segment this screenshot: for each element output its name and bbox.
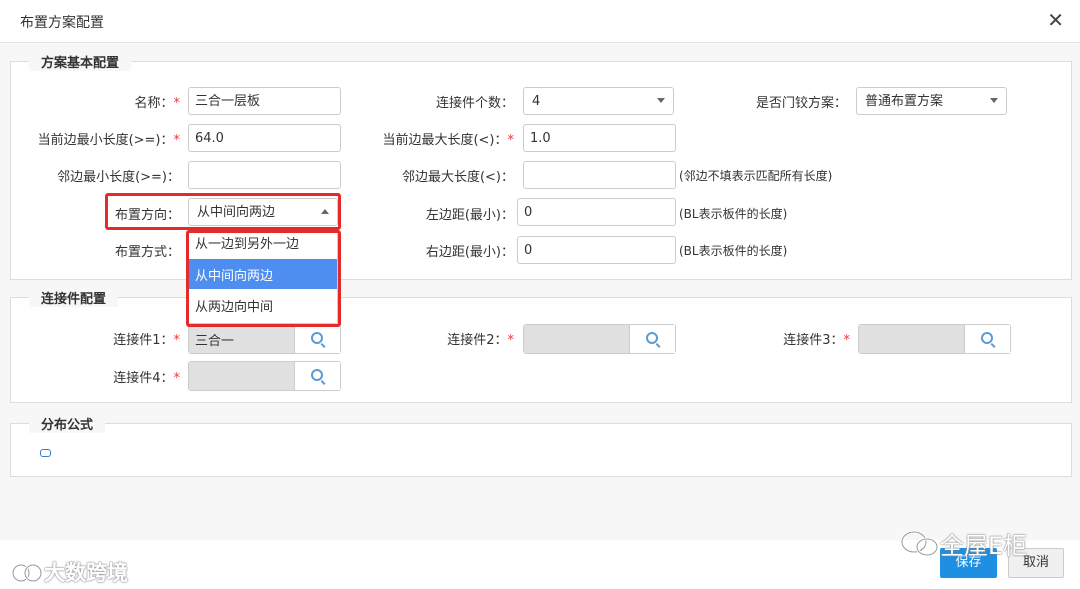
adj-min-input[interactable] bbox=[188, 161, 341, 189]
watermark-right: 全屋E柜 bbox=[900, 526, 1027, 561]
left-margin-label: 左边距(最小)： bbox=[425, 208, 514, 223]
connector-count-label: 连接件个数： bbox=[435, 96, 514, 111]
chevron-up-icon bbox=[321, 209, 329, 214]
search-icon bbox=[311, 332, 323, 344]
connector-count-select[interactable]: 4 bbox=[523, 87, 674, 115]
connector-1-search-button[interactable] bbox=[294, 325, 340, 353]
connector-2-lookup bbox=[523, 324, 676, 354]
brand-logo-icon bbox=[11, 563, 43, 583]
connector-1-lookup: 三合一 bbox=[188, 324, 341, 354]
connector-4-input[interactable] bbox=[189, 362, 295, 390]
connector-3-label: 连接件3：* bbox=[700, 329, 850, 348]
direction-option-selected[interactable]: 从中间向两边 bbox=[189, 259, 337, 289]
direction-option[interactable]: 从一边到另外一边 bbox=[189, 233, 337, 257]
cur-min-input[interactable]: 64.0 bbox=[188, 124, 341, 152]
cur-min-label: 当前边最小长度(>=)：* bbox=[20, 129, 180, 148]
required-mark: * bbox=[173, 333, 181, 348]
name-label: 名称：* bbox=[20, 92, 180, 111]
connector-1-label: 连接件1：* bbox=[20, 329, 180, 348]
dialog-titlebar: 布置方案配置 ✕ bbox=[0, 0, 1080, 43]
close-icon[interactable]: ✕ bbox=[1047, 9, 1064, 31]
watermark-left-text: 大数跨境 bbox=[44, 561, 128, 585]
search-icon bbox=[311, 369, 323, 381]
connector-2-input[interactable] bbox=[524, 325, 630, 353]
dialog-title: 布置方案配置 bbox=[20, 15, 104, 31]
watermark-left: 大数跨境 bbox=[10, 557, 128, 587]
direction-label: 布置方向： bbox=[114, 208, 180, 223]
connector-config-legend: 连接件配置 bbox=[29, 288, 119, 307]
comment-icon[interactable] bbox=[40, 449, 51, 457]
name-input[interactable]: 三合一层板 bbox=[188, 87, 341, 115]
formula-legend: 分布公式 bbox=[29, 414, 106, 433]
adj-max-hint: (邻边不填表示匹配所有长度) bbox=[679, 169, 833, 183]
connector-4-search-button[interactable] bbox=[294, 362, 340, 390]
required-mark: * bbox=[507, 333, 515, 348]
chevron-down-icon bbox=[990, 98, 998, 103]
connector-4-lookup bbox=[188, 361, 341, 391]
connector-2-label: 连接件2：* bbox=[360, 329, 514, 348]
adj-max-input[interactable] bbox=[523, 161, 676, 189]
connector-4-label: 连接件4：* bbox=[20, 367, 180, 386]
formula-group: 分布公式 bbox=[10, 414, 1072, 477]
cur-max-label-text: 当前边最大长度(<)： bbox=[382, 133, 508, 148]
connector-1-label-text: 连接件1： bbox=[113, 333, 174, 348]
connector-3-input[interactable] bbox=[859, 325, 965, 353]
connector-3-label-text: 连接件3： bbox=[783, 333, 844, 348]
right-margin-hint: (BL表示板件的长度) bbox=[679, 244, 788, 258]
left-margin-hint: (BL表示板件的长度) bbox=[679, 207, 788, 221]
direction-select[interactable]: 从中间向两边 bbox=[188, 198, 338, 226]
adj-min-label: 邻边最小长度(>=)： bbox=[57, 170, 180, 185]
name-label-text: 名称： bbox=[134, 96, 174, 111]
required-mark: * bbox=[843, 333, 851, 348]
basic-config-legend: 方案基本配置 bbox=[29, 52, 132, 71]
wechat-icon bbox=[900, 530, 939, 557]
search-icon bbox=[646, 332, 658, 344]
chevron-down-icon bbox=[657, 98, 665, 103]
hinge-value: 普通布置方案 bbox=[865, 94, 944, 109]
connector-4-label-text: 连接件4： bbox=[113, 371, 174, 386]
connector-count-value: 4 bbox=[532, 94, 541, 109]
connector-3-search-button[interactable] bbox=[964, 325, 1010, 353]
hinge-label: 是否门铰方案： bbox=[755, 96, 847, 111]
connector-3-lookup bbox=[858, 324, 1011, 354]
connector-2-search-button[interactable] bbox=[629, 325, 675, 353]
required-mark: * bbox=[173, 96, 181, 111]
required-mark: * bbox=[507, 133, 515, 148]
right-margin-input[interactable]: 0 bbox=[517, 236, 676, 264]
required-mark: * bbox=[173, 371, 181, 386]
mode-label: 布置方式： bbox=[114, 245, 180, 260]
direction-option[interactable]: 从两边向中间 bbox=[189, 290, 337, 320]
cur-min-label-text: 当前边最小长度(>=)： bbox=[37, 133, 174, 148]
adj-max-label: 邻边最大长度(<)： bbox=[401, 170, 514, 185]
cur-max-label: 当前边最大长度(<)：* bbox=[360, 129, 514, 148]
direction-value: 从中间向两边 bbox=[197, 205, 276, 220]
left-margin-input[interactable]: 0 bbox=[517, 198, 676, 226]
required-mark: * bbox=[173, 133, 181, 148]
watermark-right-text: 全屋E柜 bbox=[940, 532, 1028, 560]
right-margin-label: 右边距(最小)： bbox=[425, 245, 514, 260]
connector-1-input[interactable]: 三合一 bbox=[189, 325, 295, 353]
hinge-select[interactable]: 普通布置方案 bbox=[856, 87, 1007, 115]
connector-2-label-text: 连接件2： bbox=[447, 333, 508, 348]
search-icon bbox=[981, 332, 993, 344]
cur-max-input[interactable]: 1.0 bbox=[523, 124, 676, 152]
direction-dropdown-list: 从一边到另外一边 从中间向两边 从两边向中间 bbox=[188, 232, 338, 324]
